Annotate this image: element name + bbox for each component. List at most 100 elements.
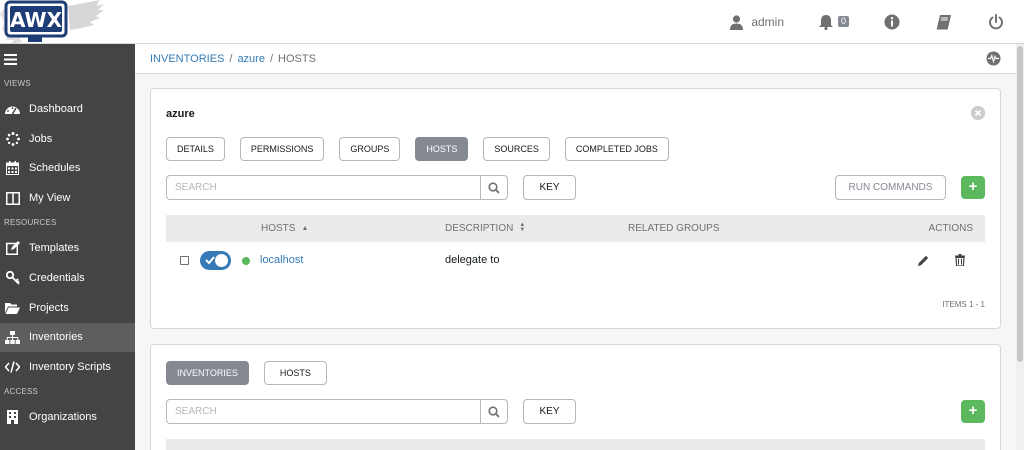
column-header-description[interactable]: DESCRIPTION ▲ ▼ [445,215,525,242]
tab-permissions[interactable]: PERMISSIONS [239,137,325,161]
folder-open-icon [4,299,21,316]
inventories-table-header [166,439,985,450]
sidebar-item-label: Organizations [29,411,97,424]
tab-sources[interactable]: SOURCES [483,137,550,161]
user-icon [730,14,744,30]
notifications-button[interactable]: 0 [814,10,850,34]
sidebar-item-inventory-scripts[interactable]: Inventory Scripts [0,352,135,382]
column-header-hosts[interactable]: HOSTS ▲ [261,215,308,243]
breadcrumb-inventories-link[interactable]: INVENTORIES [150,53,224,65]
activity-stream-icon[interactable] [986,51,1001,69]
inventory-tabs: DETAILS PERMISSIONS GROUPS HOSTS SOURCES… [166,137,684,161]
sidebar-item-credentials[interactable]: Credentials [0,263,135,293]
check-icon [205,256,215,265]
sidebar-item-my-view[interactable]: My View [0,183,135,213]
calendar-icon [4,160,21,177]
user-name: admin [751,15,784,29]
add-host-button[interactable]: + [961,176,985,199]
sidebar-item-jobs[interactable]: Jobs [0,124,135,154]
search-icon [488,181,500,194]
sidebar-item-projects[interactable]: Projects [0,293,135,323]
bell-icon [819,15,833,30]
sidebar-item-organizations[interactable]: Organizations [0,402,135,432]
close-panel-button[interactable] [971,106,985,120]
sidebar-item-schedules[interactable]: Schedules [0,154,135,184]
key-button[interactable]: KEY [523,175,576,200]
columns-icon [4,190,21,207]
sidebar-section-access: ACCESS [4,387,39,397]
sidebar-item-label: Credentials [29,271,85,284]
breadcrumb-azure-link[interactable]: azure [237,53,265,65]
page-scrollbar[interactable] [1016,44,1024,450]
sidebar-item-inventories[interactable]: Inventories [0,322,135,353]
lower-tabs: INVENTORIES HOSTS [166,361,342,385]
delete-host-button[interactable] [955,254,965,269]
close-icon [971,106,985,120]
breadcrumb-current: HOSTS [278,52,316,65]
panel-title: azure [166,108,195,120]
key-button[interactable]: KEY [523,399,576,424]
tab-details[interactable]: DETAILS [166,137,225,161]
search-input[interactable] [166,175,480,200]
code-icon [4,359,21,376]
toggle-knob [215,254,228,267]
info-icon [884,14,900,30]
tab-completed-jobs[interactable]: COMPLETED JOBS [564,137,669,161]
search-button[interactable] [480,399,508,424]
sidebar-item-label: Dashboard [29,102,83,115]
column-header-related-groups: RELATED GROUPS [628,223,720,234]
building-icon [4,409,21,426]
sidebar-section-resources: RESOURCES [4,218,57,228]
tab-groups[interactable]: GROUPS [339,137,401,161]
host-status-indicator [242,257,250,265]
pencil-icon [918,255,929,266]
book-icon [936,15,951,30]
sidebar-item-label: Inventories [29,331,83,344]
header-actions: admin 0 [730,0,1024,44]
sidebar-section-views: VIEWS [4,79,31,88]
trash-icon [955,254,965,267]
documentation-button[interactable] [932,10,956,34]
hosts-search [166,175,508,200]
breadcrumb-separator: / [229,52,233,65]
top-header: AWX admin 0 [0,0,1024,44]
lower-search [166,399,508,424]
items-count: ITEMS 1 - 1 [942,300,985,309]
sidebar-item-label: My View [29,192,71,205]
sidebar-item-label: Jobs [29,132,53,145]
hamburger-icon [4,53,17,65]
host-enabled-toggle[interactable] [200,251,231,270]
sidebar-toggle[interactable] [0,44,135,74]
search-button[interactable] [480,175,508,200]
add-inventory-button[interactable]: + [961,400,985,423]
run-commands-button[interactable]: RUN COMMANDS [835,175,946,200]
sidebar-item-dashboard[interactable]: Dashboard [0,94,135,124]
table-row: localhost delegate to [166,242,985,282]
sidebar-item-label: Schedules [29,162,81,175]
power-icon [989,14,1003,30]
sidebar-item-templates[interactable]: Templates [0,233,135,263]
breadcrumb-separator: / [269,52,274,65]
sidebar-item-label: Projects [29,301,69,314]
row-checkbox[interactable] [180,256,189,265]
scrollbar-thumb[interactable] [1017,46,1023,362]
hosts-table-header: HOSTS ▲ DESCRIPTION ▲ ▼ RELATED GROUPS ACTI… [166,215,985,242]
user-menu[interactable]: admin [730,14,784,30]
tab-inventories[interactable]: INVENTORIES [166,361,249,385]
host-name-link[interactable]: localhost [260,254,303,266]
awx-logo[interactable]: AWX [0,0,110,44]
search-icon [488,405,500,418]
sitemap-icon [4,329,21,346]
search-input[interactable] [166,399,480,424]
column-header-actions: ACTIONS [928,223,973,234]
tab-hosts-lower[interactable]: HOSTS [263,361,327,385]
inventory-panel: azure DETAILS PERMISSIONS GROUPS HOSTS S… [150,88,1001,329]
sidebar-item-label: Templates [29,242,80,255]
lower-panel: INVENTORIES HOSTS KEY + [150,344,1001,450]
logout-button[interactable] [984,10,1008,34]
edit-host-button[interactable] [918,255,929,269]
about-button[interactable] [880,10,904,34]
key-icon [4,269,21,286]
tab-hosts[interactable]: HOSTS [415,137,469,161]
dashboard-icon [4,100,21,117]
